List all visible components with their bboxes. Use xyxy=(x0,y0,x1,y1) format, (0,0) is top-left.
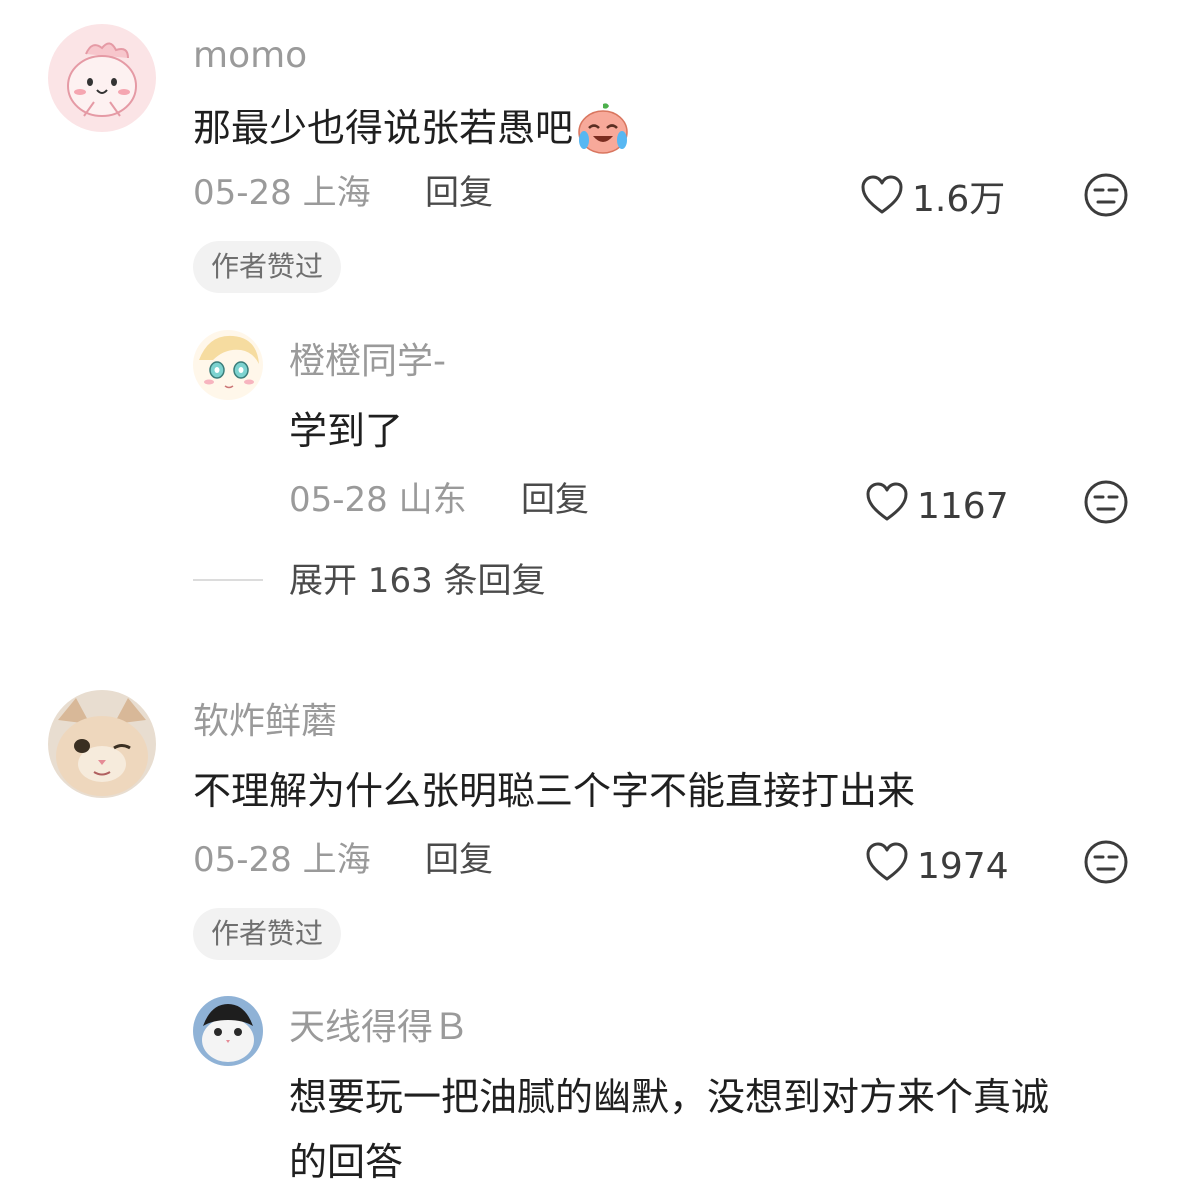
reply-button[interactable]: 回复 xyxy=(425,840,493,880)
reply-button[interactable]: 回复 xyxy=(425,173,493,213)
comment-username[interactable]: 软炸鲜蘑 xyxy=(193,700,337,744)
comment-date: 05-28 xyxy=(193,173,292,213)
reply-username[interactable]: 天线得得Ｂ xyxy=(289,1006,469,1050)
comment-username[interactable]: momo xyxy=(193,34,307,78)
reply-text: 学到了 xyxy=(289,409,404,453)
reply-text-line2: 的回答 xyxy=(289,1140,404,1184)
like-button[interactable]: 1974 xyxy=(865,842,1009,891)
avatar-reply-user[interactable] xyxy=(193,330,263,400)
unamused-face-icon xyxy=(1083,479,1129,525)
reply-text-line1: 想要玩一把油腻的幽默，没想到对方来个真诚 xyxy=(289,1075,1050,1119)
dislike-button[interactable] xyxy=(1083,479,1129,525)
avatar-momo[interactable] xyxy=(48,24,156,132)
expand-divider xyxy=(193,579,263,581)
heart-icon xyxy=(865,842,909,891)
comment-date-location: 05-28 上海 xyxy=(193,173,371,213)
reply-button[interactable]: 回复 xyxy=(521,480,589,520)
like-button[interactable]: 1.6万 xyxy=(860,175,1005,224)
dislike-button[interactable] xyxy=(1083,839,1129,885)
heart-icon xyxy=(865,482,909,531)
avatar-reply-user[interactable] xyxy=(193,996,263,1066)
like-count: 1974 xyxy=(917,845,1009,887)
reply-username[interactable]: 橙橙同学- xyxy=(289,340,446,384)
unamused-face-icon xyxy=(1083,172,1129,218)
author-liked-badge: 作者赞过 xyxy=(193,241,342,293)
like-button[interactable]: 1167 xyxy=(865,482,1009,531)
like-count: 1.6万 xyxy=(912,178,1006,220)
unamused-face-icon xyxy=(1083,839,1129,885)
expand-replies-button[interactable]: 展开 163 条回复 xyxy=(289,561,546,601)
crying-laughing-emoji-icon xyxy=(575,100,631,156)
heart-icon xyxy=(860,175,904,224)
reply-location: 山东 xyxy=(398,480,467,520)
dislike-button[interactable] xyxy=(1083,172,1129,218)
comment-date-location: 05-28 上海 xyxy=(193,840,371,880)
comment-text: 不理解为什么张明聪三个字不能直接打出来 xyxy=(193,769,916,813)
author-liked-badge: 作者赞过 xyxy=(193,908,342,960)
comment-text: 那最少也得说张若愚吧 xyxy=(193,100,631,156)
reply-date-location: 05-28 山东 xyxy=(289,480,467,520)
comment-location: 上海 xyxy=(302,840,371,880)
like-count: 1167 xyxy=(917,485,1009,527)
comment-text-body: 那最少也得说张若愚吧 xyxy=(193,106,574,150)
reply-date: 05-28 xyxy=(289,480,388,520)
avatar-cat[interactable] xyxy=(48,690,156,798)
comment-date: 05-28 xyxy=(193,840,292,880)
comment-location: 上海 xyxy=(302,173,371,213)
